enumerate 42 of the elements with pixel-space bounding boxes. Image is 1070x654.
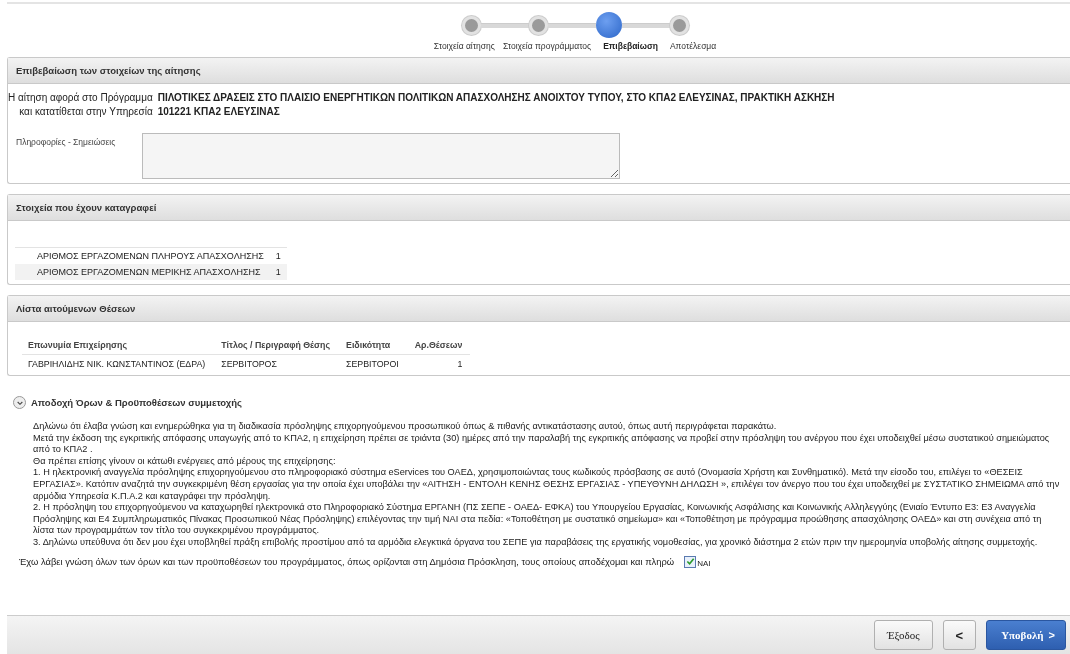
table-cell: 1: [269, 247, 287, 264]
checkbox-label: ΝΑΙ: [697, 558, 711, 568]
field-value: 101221 ΚΠΑ2 ΕΛΕΥΣΙΝΑΣ: [157, 106, 281, 117]
step-label[interactable]: Αποτέλεσμα: [667, 41, 719, 51]
terms-paragraph: Θα πρέπει επίσης γίνουν οι κάτωθι ενέργειες από μέρους της επιχείρησης:: [33, 455, 337, 468]
step-marker[interactable]: [669, 15, 689, 35]
panel-header: Λίστα αιτούμενων Θέσεων: [8, 296, 1070, 322]
back-button[interactable]: <: [942, 620, 977, 650]
column-header: Επωνυμία Επιχείρησης: [22, 336, 216, 355]
submit-button[interactable]: Υποβολή >: [986, 620, 1066, 650]
field-label: Πληροφορίες - Σημειώσεις: [16, 136, 117, 149]
column-header: Τίτλος / Περιγραφή Θέσης: [215, 336, 341, 355]
panel-header: Στοιχεία που έχουν καταγραφεί: [8, 195, 1070, 221]
table-cell: 1: [408, 354, 471, 371]
checkbox[interactable]: [684, 555, 697, 568]
section-title: Αποδοχή Όρων & Προϋποθέσεων συμμετοχής: [31, 397, 243, 408]
table-cell: ΓΑΒΡΙΗΛΙΔΗΣ ΝΙΚ. ΚΩΝΣΤΑΝΤΙΝΟΣ (ΕΔΡΑ): [22, 354, 216, 371]
table-cell: ΣΕΡΒΙΤΟΡΟΙ: [340, 354, 409, 371]
collapse-toggle-icon[interactable]: [13, 396, 26, 409]
column-header: Αρ.Θέσεων: [408, 336, 471, 355]
terms-paragraph: 1. Η ηλεκτρονική αναγγελία πρόσληψης επιχορηγούμενου στο πληροφοριακό σύστημα eServices του ΟΑΕΔ, χρησιμοποιώντας τους κωδικούς πρόσβασης σε αυτό (Ονομασία Χρήστη και Συνθηματικό). Μετά την είσοδο του, επιλέγει το «ΘΕΣΕΙΣ ΕΡΓΑΣΙΑΣ». Κατόπιν αναζητά την συγκεκριμένη θέση εργασίας για την οποία έχει υποβάλει την «ΑΙΤΗΣΗ - ΕΝΤΟΛΗ ΚΕΝΗΣ ΘΕΣΗΣ ΕΡΓΑΣΙΑΣ - ΥΠΕΥΘΥΝΗ ΔΗΛΩΣΗ », επιλέγει τον άνεργο που του έχει υποδειχθεί με ΣΥΣΤΑΤΙΚΟ ΣΗΜΕΙΩΜΑ από την αρμόδια Υπηρεσία Κ.Π.Α.2 και καταγράφει την πρόσληψη.: [33, 467, 1061, 503]
table-cell: ΑΡΙΘΜΟΣ ΕΡΓΑΖΟΜΕΝΩΝ ΠΛΗΡΟΥΣ ΑΠΑΣΧΟΛΗΣΗΣ: [15, 247, 270, 264]
terms-paragraph: Δηλώνω ότι έλαβα γνώση και ενημερώθηκα για τη διαδικασία πρόσληψης επιχορηγούμενου προσωπικού όπως & πιθανής αντικατάστασης αυτού, όπως αυτή περιγράφεται παρακάτω.: [33, 421, 778, 433]
panel-header: Επιβεβαίωση των στοιχείων της αίτησης: [8, 58, 1070, 84]
step-marker[interactable]: [595, 12, 622, 38]
field-label: Η αίτηση αφορά στο Πρόγραμμα: [8, 92, 153, 103]
field-value: ΠΙΛΟΤΙΚΕΣ ΔΡΑΣΕΙΣ ΣΤΟ ΠΛΑΙΣΙΟ ΕΝΕΡΓΗΤΙΚΩΝ ΠΟΛΙΤΙΚΩΝ ΑΠΑΣΧΟΛΗΣΗΣ ΑΝΟΙΧΤΟΥ ΤΥΠΟΥ, ΣΤΟ ΚΠΑ2 ΕΛΕΥΣΙΝΑΣ, ΠΡΑΚΤΙΚΗ ΑΣΚΗΣΗ: [157, 92, 836, 103]
notes-field[interactable]: [142, 133, 620, 179]
step-label[interactable]: Στοιχεία αίτησης: [431, 41, 497, 51]
table-cell: ΣΕΡΒΙΤΟΡΟΣ: [215, 354, 341, 371]
terms-paragraph: 3. Δηλώνω υπεύθυνα ότι δεν μου έχει υποβληθεί πράξη επιβολής προστίμου από τα αρμόδια ελεγκτικά όργανα του ΣΕΠΕ για παραβάσεις της εργατικής νομοθεσίας, για χρονικό διάστημα 2 ετών πριν την ημερομηνία υποβολής αίτησης συμμετοχής.: [33, 536, 1039, 549]
step-label[interactable]: Στοιχεία προγράμματος: [500, 41, 594, 51]
step-marker[interactable]: [461, 15, 481, 35]
terms-paragraph: 2. Η πρόσληψη του επιχορηγούμενου να καταχωρηθεί ηλεκτρονικά στο Πληροφοριακό Σύστημα ΕΡΓΑΝΗ (ΠΣ ΣΕΠΕ - ΟΑΕΔ- ΕΦΚΑ) του Υπουργείου Εργασίας, Κοινωνικής Ασφάλισης και Κοινωνικής Αλληλεγγύης (Ενιαίο Έντυπο Ε3: Ε3 Αναγγελία Πρόσληψης και Ε4 Συμπληρωματικός Πίνακας Προσωπικού Νέας Πρόσληψης) επιλέγοντας την τιμή ΝΑΙ στα πεδία: «Τοποθέτηση με συστατικό σημείωμα» και «Τοποθέτηση με πρόγραμμα προώθησης απασχόλησης ΟΑΕΔ» και στη συνέχεια από τη λίστα των προγραμμάτων τον τίτλο του συγκεκριμένου προγράμματος.: [33, 502, 1043, 537]
exit-button[interactable]: Έξοδος: [873, 620, 933, 650]
terms-paragraph: Μετά την έκδοση της εγκριτικής απόφασης υπαγωγής από το ΚΠΑ2, η επιχείρηση πρέπει σε τριάντα (30) ημέρες από την παραλαβή της εγκριτικής απόφασης να προβεί στην πρόσληψη του ανέργου που έχει υποδειχθεί μέσω συστατικού σημειώματος από το ΚΠΑ2 .: [33, 432, 1051, 456]
column-header: Ειδικότητα: [340, 336, 409, 355]
acceptance-text: Έχω λάβει γνώση όλων των όρων και των προϋποθέσεων του προγράμματος, όπως ορίζονται στη Δημόσια Πρόσκληση, τους οποίους αποδέχομαι και πληρώ: [19, 556, 675, 568]
step-label[interactable]: Επιβεβαίωση: [597, 41, 664, 51]
step-marker[interactable]: [528, 15, 548, 35]
field-label: και κατατίθεται στην Υπηρεσία: [18, 106, 153, 117]
table-cell: ΑΡΙΘΜΟΣ ΕΡΓΑΖΟΜΕΝΩΝ ΜΕΡΙΚΗΣ ΑΠΑΣΧΟΛΗΣΗΣ: [15, 264, 270, 280]
